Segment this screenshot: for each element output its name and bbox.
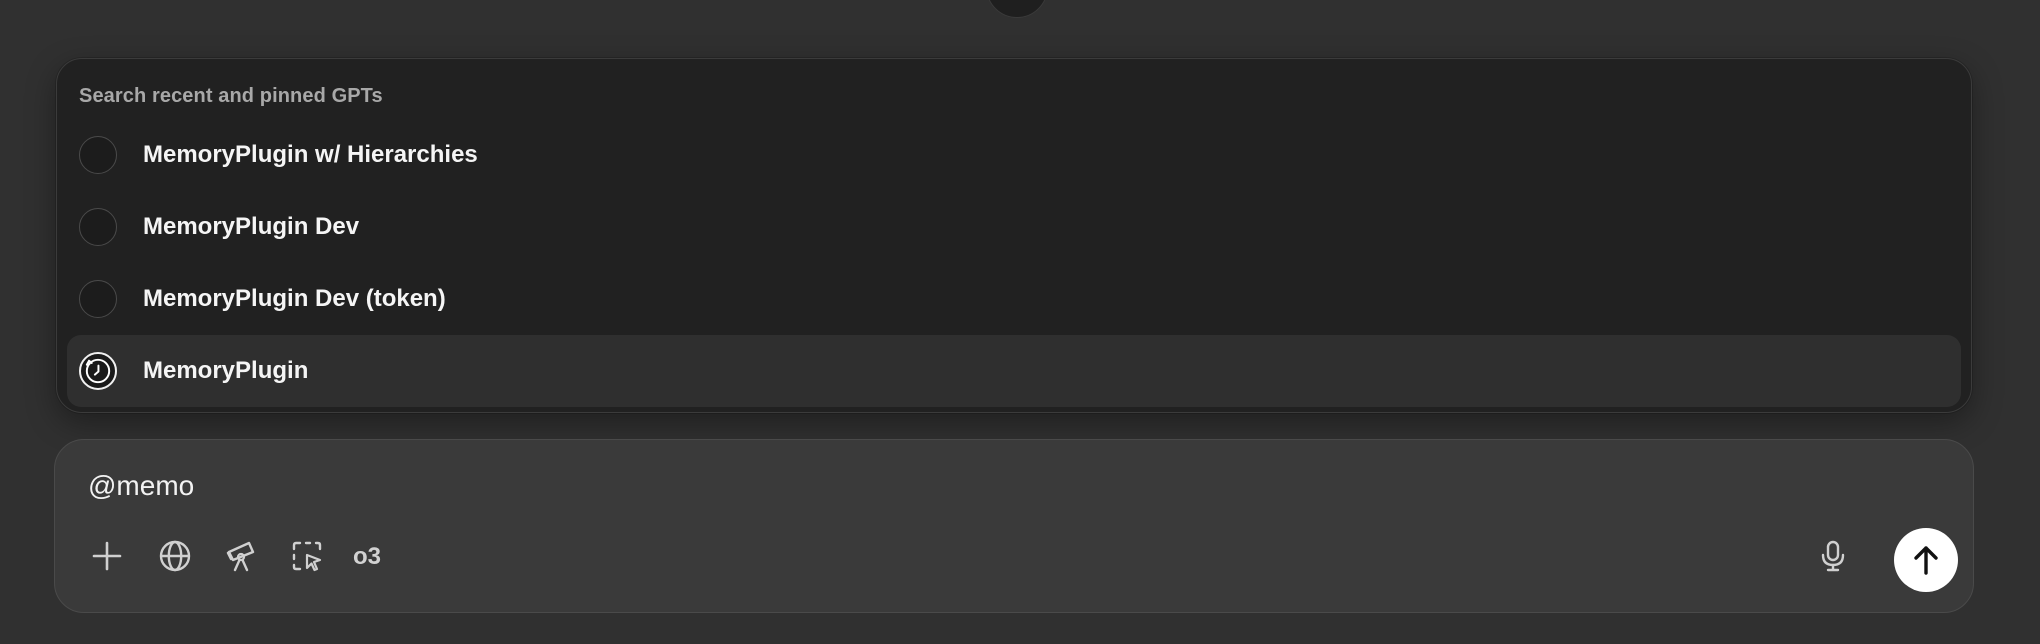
empty-circle-avatar [79,280,117,318]
gpt-item-memoryplugin-hierarchies[interactable]: MemoryPlugin w/ Hierarchies [67,119,1961,191]
gpt-item-memoryplugin-dev[interactable]: MemoryPlugin Dev [67,191,1961,263]
gpt-item-label: MemoryPlugin [143,357,309,384]
send-button[interactable] [1894,528,1958,592]
gpt-item-label: MemoryPlugin w/ Hierarchies [143,141,478,168]
dictate-button[interactable] [1811,534,1855,578]
model-selector[interactable]: o3 [353,543,381,571]
popup-heading: Search recent and pinned GPTs [79,85,383,107]
empty-circle-avatar [79,208,117,246]
scroll-to-bottom-button[interactable] [986,0,1048,18]
gpt-item-label: MemoryPlugin Dev [143,213,360,240]
add-attachment-button[interactable] [85,534,129,578]
plus-icon [92,541,122,571]
empty-circle-avatar [79,136,117,174]
telescope-icon [226,541,255,572]
message-composer: o3 [54,439,1974,613]
operator-select-button[interactable] [285,534,329,578]
web-search-button[interactable] [153,534,197,578]
deep-research-button[interactable] [219,534,263,578]
gpt-mention-popup: Search recent and pinned GPTs MemoryPlug… [56,58,1972,413]
gpt-list: MemoryPlugin w/ Hierarchies MemoryPlugin… [67,119,1961,407]
cursor-select-icon [292,541,322,572]
clock-logo-avatar [79,352,117,390]
arrow-up-icon [1914,546,1938,575]
message-input[interactable] [88,470,1888,502]
clock-logo-icon [85,358,111,384]
globe-icon [159,540,191,572]
gpt-item-memoryplugin[interactable]: MemoryPlugin [67,335,1961,407]
microphone-icon [1821,540,1845,572]
gpt-item-label: MemoryPlugin Dev (token) [143,285,446,312]
gpt-item-memoryplugin-dev-token[interactable]: MemoryPlugin Dev (token) [67,263,1961,335]
